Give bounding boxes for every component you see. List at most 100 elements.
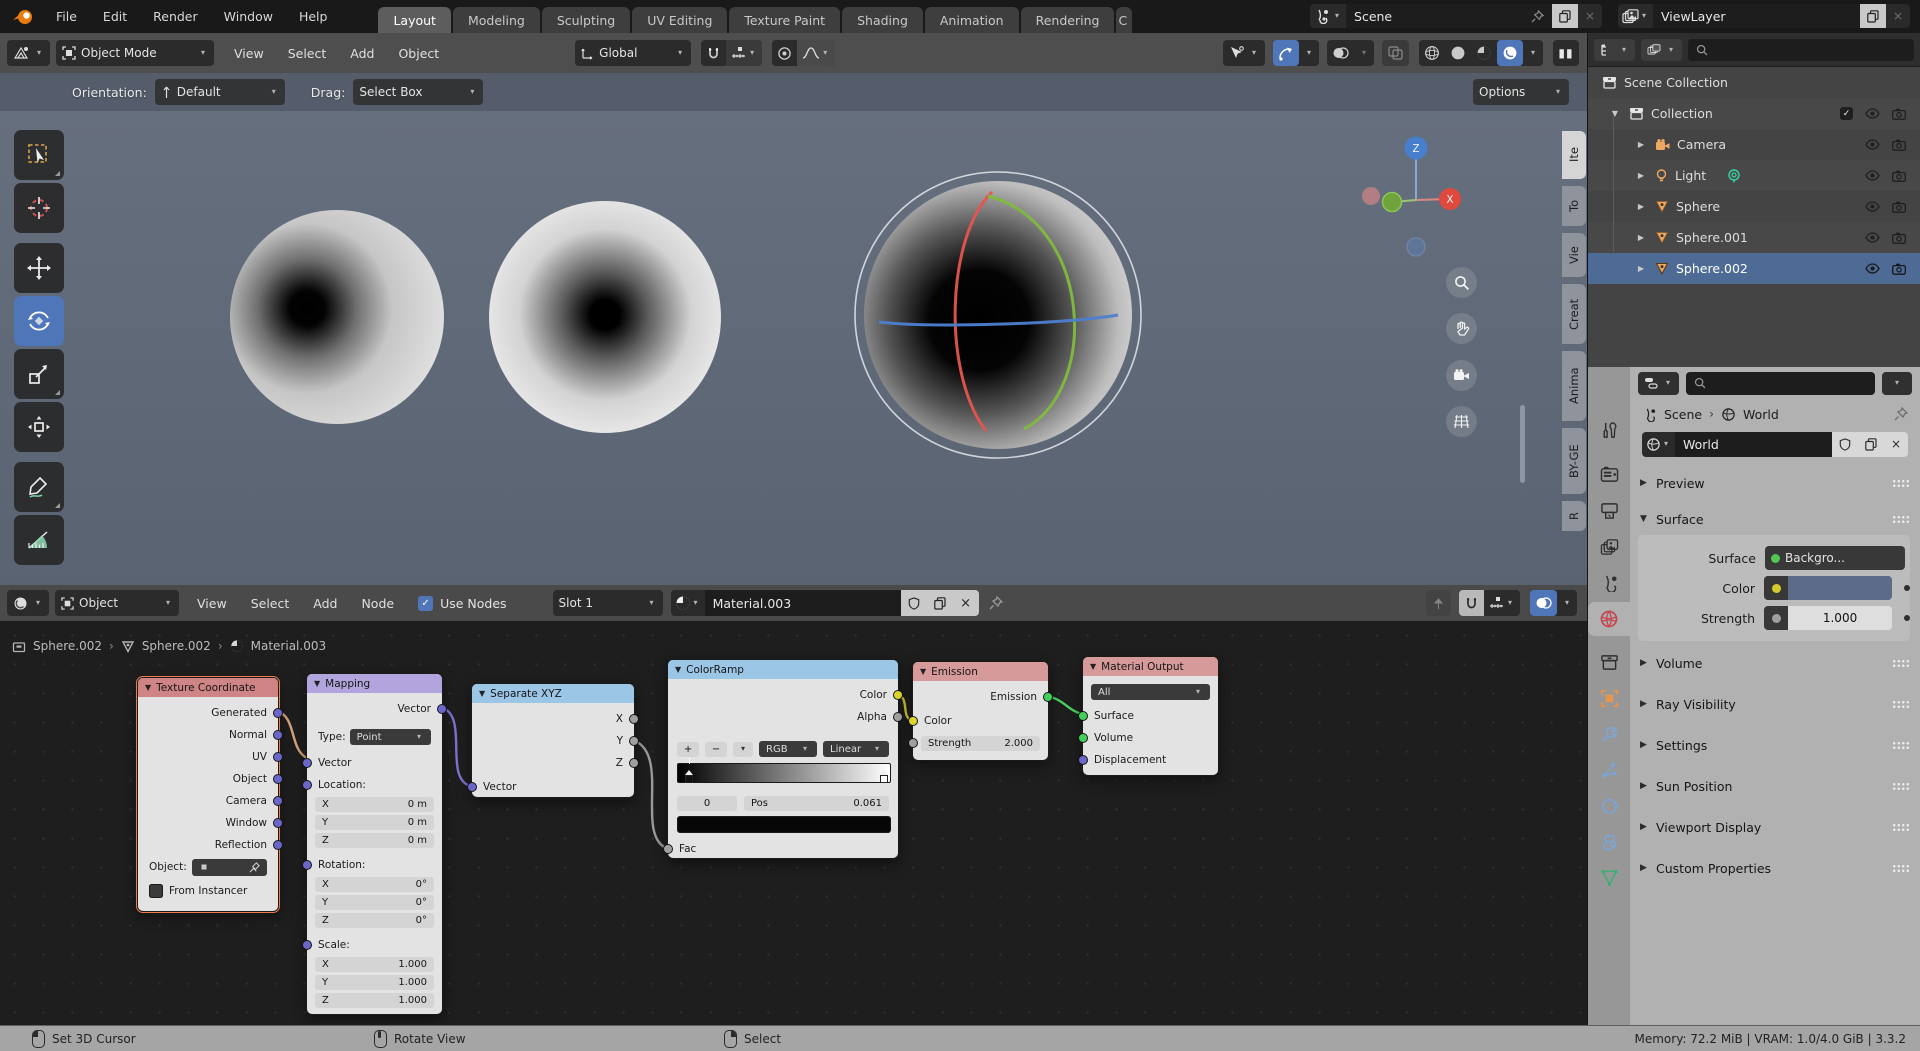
axis-gizmo[interactable]: Z X bbox=[1330, 113, 1500, 263]
outliner-display-mode-dropdown[interactable]: ▾ bbox=[1594, 38, 1636, 61]
node-emission[interactable]: ▼ Emission Emission Color Strength 2.000 bbox=[908, 661, 1053, 761]
material-browse-button[interactable]: ▾ bbox=[670, 590, 705, 616]
world-color-widget[interactable] bbox=[1764, 576, 1893, 600]
rotation-x-field[interactable]: X 0° bbox=[315, 876, 434, 892]
viewport-menu-object[interactable]: Object bbox=[386, 46, 451, 61]
blender-logo-icon[interactable] bbox=[0, 9, 43, 25]
orientation-dropdown[interactable]: Default ▾ bbox=[154, 79, 285, 105]
location-y-field[interactable]: Y0 m bbox=[315, 814, 434, 830]
world-fake-user-button[interactable] bbox=[1832, 431, 1858, 457]
object-picker-field[interactable] bbox=[191, 858, 267, 876]
tool-cursor[interactable] bbox=[14, 183, 64, 233]
location-z-field[interactable]: Z0 m bbox=[315, 832, 434, 848]
mapping-type-dropdown[interactable]: Point ▾ bbox=[349, 729, 431, 745]
selectability-filter-dropdown[interactable]: ▾ bbox=[1222, 40, 1265, 66]
viewport-3d[interactable]: Orientation: Default ▾ Drag: Select Box … bbox=[0, 73, 1587, 585]
tab-scene[interactable] bbox=[1588, 566, 1630, 600]
material-new-button[interactable] bbox=[926, 590, 953, 616]
overlays-dropdown[interactable]: ▾ bbox=[1354, 40, 1374, 66]
socket-normal[interactable] bbox=[273, 730, 283, 740]
panel-ray-visibility[interactable]: ▶ Ray Visibility bbox=[1630, 690, 1920, 718]
collapse-icon[interactable]: ▼ bbox=[145, 683, 151, 692]
outliner-row-light[interactable]: ▶ Light bbox=[1588, 160, 1920, 191]
ramp-color-mode-dropdown[interactable]: RGB ▾ bbox=[759, 741, 817, 757]
outliner-row-camera[interactable]: ▶ Camera bbox=[1588, 129, 1920, 160]
outliner-row-sphere-002[interactable]: ▶ Sphere.002 bbox=[1588, 253, 1920, 284]
ramp-tools-dropdown[interactable]: ▾ bbox=[733, 741, 753, 757]
socket-camera[interactable] bbox=[273, 796, 283, 806]
ramp-stop-color-swatch[interactable] bbox=[677, 816, 891, 833]
snap-toggle-icon[interactable] bbox=[701, 40, 726, 66]
snap-target-dropdown[interactable]: ▾ bbox=[726, 40, 763, 66]
sidebar-tab-item[interactable]: Ite bbox=[1562, 131, 1586, 179]
world-unlink-button[interactable]: × bbox=[1884, 431, 1908, 457]
viewlayer-browse-button[interactable]: ▾ bbox=[1618, 4, 1654, 28]
shader-menu-node[interactable]: Node bbox=[349, 596, 406, 611]
socket-location[interactable] bbox=[302, 780, 312, 790]
shading-rendered-icon[interactable] bbox=[1496, 40, 1523, 66]
strength-widget[interactable]: 1.000 bbox=[1764, 606, 1893, 630]
collection-exclude-checkbox[interactable]: ✓ bbox=[1840, 107, 1853, 120]
disclosure-icon[interactable]: ▶ bbox=[1634, 140, 1648, 149]
tab-physics[interactable] bbox=[1588, 789, 1630, 823]
outliner-search-input[interactable] bbox=[1688, 38, 1914, 61]
socket-y[interactable] bbox=[629, 736, 639, 746]
disable-render-camera-icon[interactable] bbox=[1892, 232, 1906, 244]
hide-eye-icon[interactable] bbox=[1865, 108, 1880, 119]
collapse-icon[interactable]: ▼ bbox=[314, 679, 320, 688]
node-overlays-dropdown[interactable]: ▾ bbox=[1557, 590, 1577, 616]
socket-vector-in[interactable] bbox=[302, 758, 312, 768]
hide-eye-icon[interactable] bbox=[1865, 139, 1880, 150]
socket-uv[interactable] bbox=[273, 752, 283, 762]
tab-output[interactable] bbox=[1588, 494, 1630, 528]
node-texture-coordinate[interactable]: ▼ Texture Coordinate Generated Normal UV … bbox=[136, 676, 283, 913]
panel-custom-properties[interactable]: ▶ Custom Properties bbox=[1630, 854, 1920, 882]
drag-grip-icon[interactable] bbox=[1892, 740, 1910, 750]
tool-measure[interactable] bbox=[14, 515, 64, 565]
outliner-row-sphere-001[interactable]: ▶ Sphere.001 bbox=[1588, 222, 1920, 253]
node-snap-toggle[interactable] bbox=[1458, 590, 1484, 616]
world-new-button[interactable] bbox=[1858, 431, 1884, 457]
ramp-stop-0[interactable] bbox=[685, 770, 694, 784]
socket-strength[interactable] bbox=[908, 738, 918, 748]
animate-decorator[interactable] bbox=[1904, 615, 1910, 621]
viewport-menu-add[interactable]: Add bbox=[338, 46, 386, 61]
animate-decorator[interactable] bbox=[1904, 585, 1910, 591]
xray-toggle[interactable] bbox=[1381, 40, 1409, 66]
breadcrumb-scene[interactable]: Scene bbox=[1664, 407, 1702, 422]
shading-solid-icon[interactable] bbox=[1445, 40, 1471, 66]
tool-select-box[interactable] bbox=[14, 130, 64, 180]
collapse-icon[interactable]: ▼ bbox=[920, 667, 926, 676]
from-instancer-checkbox[interactable]: From Instancer bbox=[138, 882, 278, 900]
surface-shader-button[interactable]: Backgro... bbox=[1765, 546, 1905, 570]
disclosure-icon[interactable]: ▶ bbox=[1634, 171, 1648, 180]
socket-object-out[interactable] bbox=[273, 774, 283, 784]
node-separate-xyz[interactable]: ▼ Separate XYZ X Y Z Vector bbox=[467, 683, 639, 798]
shading-material-icon[interactable] bbox=[1471, 40, 1497, 66]
disable-render-camera-icon[interactable] bbox=[1892, 139, 1906, 151]
menu-render[interactable]: Render bbox=[140, 9, 211, 24]
drag-grip-icon[interactable] bbox=[1892, 699, 1910, 709]
sidebar-tab-by-gen[interactable]: BY-GE bbox=[1562, 428, 1586, 494]
hide-eye-icon[interactable] bbox=[1865, 170, 1880, 181]
drag-grip-icon[interactable] bbox=[1892, 863, 1910, 873]
socket-x[interactable] bbox=[629, 714, 639, 724]
outliner-row-scene-collection[interactable]: Scene Collection bbox=[1588, 67, 1920, 98]
ramp-remove-button[interactable]: − bbox=[705, 741, 727, 757]
proportional-falloff-dropdown[interactable]: ▾ bbox=[797, 40, 836, 66]
socket-alpha[interactable] bbox=[893, 712, 903, 722]
drag-grip-icon[interactable] bbox=[1892, 514, 1910, 524]
disable-render-camera-icon[interactable] bbox=[1892, 108, 1906, 120]
socket-fac[interactable] bbox=[663, 844, 673, 854]
panel-settings[interactable]: ▶ Settings bbox=[1630, 731, 1920, 759]
output-target-dropdown[interactable]: All ▾ bbox=[1091, 684, 1210, 700]
viewport-menu-view[interactable]: View bbox=[222, 46, 276, 61]
camera-view-button[interactable] bbox=[1446, 360, 1477, 391]
sidebar-tab-view[interactable]: Vie bbox=[1562, 233, 1586, 277]
socket-volume[interactable] bbox=[1078, 733, 1088, 743]
sidebar-tab-animation[interactable]: Anima bbox=[1562, 351, 1586, 421]
node-snap-target-dropdown[interactable]: ▾ bbox=[1484, 590, 1520, 616]
socket-color-in[interactable] bbox=[908, 716, 918, 726]
outliner-row-sphere[interactable]: ▶ Sphere bbox=[1588, 191, 1920, 222]
disclosure-icon[interactable]: ▶ bbox=[1634, 233, 1648, 242]
